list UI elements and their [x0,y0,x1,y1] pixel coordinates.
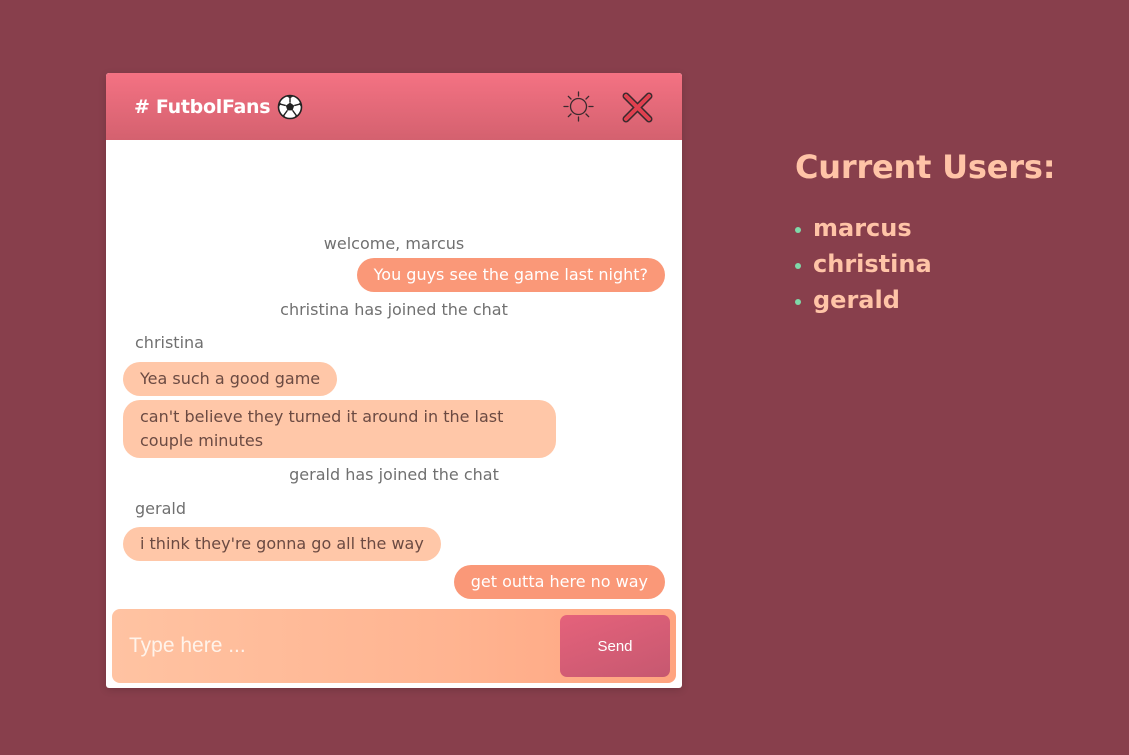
close-icon [622,92,653,123]
incoming-message-bubble: i think they're gonna go all the way [123,527,441,561]
channel-name: # FutbolFans [134,96,271,118]
message-list: welcome, marcus You guys see the game la… [106,140,682,600]
user-list-item: christina [795,246,1115,282]
user-list: marcus christina gerald [795,210,1115,318]
incoming-message-bubble: can't believe they turned it around in t… [123,400,556,458]
system-message: gerald has joined the chat [289,465,499,484]
online-status-dot [795,263,801,269]
send-button[interactable]: Send [560,615,670,677]
incoming-message-bubble: Yea such a good game [123,362,338,396]
outgoing-message-bubble: You guys see the game last night? [356,258,665,292]
user-name: marcus [813,214,912,242]
message-composer: Send [112,609,676,683]
chat-title: # FutbolFans [134,94,303,120]
close-button[interactable] [620,90,655,125]
online-status-dot [795,227,801,233]
system-message: welcome, marcus [323,234,465,253]
message-input[interactable] [122,621,556,671]
sun-icon [563,91,594,122]
soccer-ball-icon [277,94,303,120]
user-list-item: gerald [795,282,1115,318]
user-name: christina [813,250,932,278]
theme-toggle-button[interactable] [562,90,595,123]
system-message: christina has joined the chat [280,300,508,319]
user-name: gerald [813,286,900,314]
outgoing-message-bubble: get outta here no way [453,565,665,599]
online-status-dot [795,299,801,305]
message-author: christina [135,333,204,352]
message-author: gerald [135,499,186,518]
user-list-item: marcus [795,210,1115,246]
current-users-title: Current Users: [795,148,1056,186]
chat-header: # FutbolFans [106,73,682,140]
chat-window: # FutbolFans welcome, marcus You guys se… [106,73,682,688]
current-users-panel: Current Users: marcus christina gerald [795,146,1115,318]
